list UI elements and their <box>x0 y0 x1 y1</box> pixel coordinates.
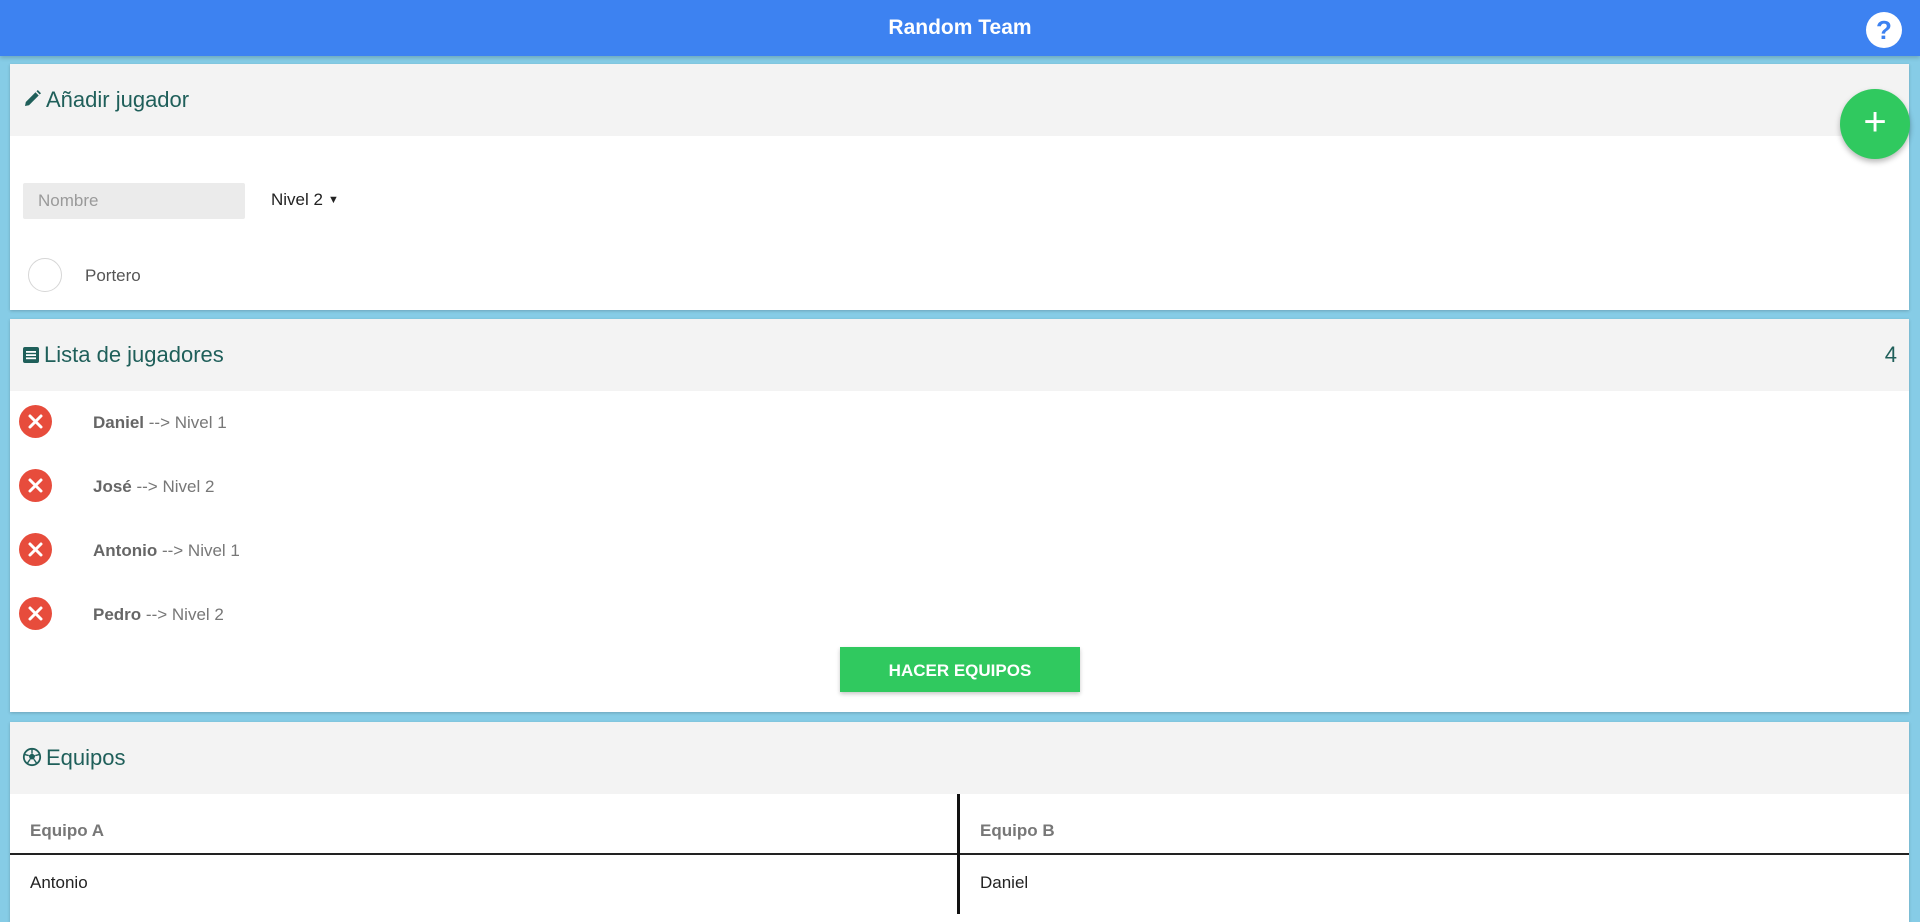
player-arrow: --> <box>136 477 158 496</box>
player-arrow: --> <box>161 541 184 560</box>
goalkeeper-radio[interactable] <box>28 258 62 292</box>
team-a-column: Equipo A Antonio <box>10 794 957 914</box>
remove-player-button[interactable] <box>19 597 52 630</box>
player-count: 4 <box>1884 342 1897 367</box>
player-entry: Pedro --> Nivel 2 <box>93 605 224 625</box>
caret-down-icon: ▼ <box>327 194 339 206</box>
app-title: Random Team <box>888 16 1032 39</box>
player-level: Nivel 2 <box>171 605 224 624</box>
add-player-card: Añadir jugador Nivel 2 ▼ Portero <box>10 64 1909 310</box>
pencil-icon <box>25 90 41 106</box>
team-a-player: Antonio <box>30 873 88 892</box>
player-level: Nivel 1 <box>187 541 240 560</box>
team-b-column: Equipo B Daniel <box>960 794 1909 914</box>
player-name: Antonio <box>93 541 158 560</box>
remove-player-button[interactable] <box>19 533 52 566</box>
list-icon <box>23 347 39 363</box>
player-list-card: Lista de jugadores 4 Daniel --> Nivel 1 … <box>10 319 1909 712</box>
level-select-value: Nivel 2 <box>271 190 323 209</box>
close-icon <box>28 606 43 621</box>
make-teams-button[interactable]: HACER EQUIPOS <box>840 647 1080 692</box>
player-row: Daniel --> Nivel 1 <box>10 405 1909 445</box>
player-arrow: --> <box>148 413 171 432</box>
name-input[interactable] <box>23 183 245 219</box>
player-arrow: --> <box>145 605 168 624</box>
close-icon <box>28 542 43 557</box>
player-name: Pedro <box>93 605 142 624</box>
remove-player-button[interactable] <box>19 405 52 438</box>
player-name: José <box>93 477 132 496</box>
team-b-divider <box>960 853 1909 855</box>
close-icon <box>28 478 43 493</box>
teams-card: Equipos Equipo A Antonio Equipo B Daniel <box>10 722 1909 922</box>
teams-title-text: Equipos <box>46 745 126 770</box>
teams-header: Equipos <box>10 722 1909 794</box>
level-select[interactable]: Nivel 2 ▼ <box>271 190 339 210</box>
player-level: Nivel 2 <box>162 477 215 496</box>
player-level: Nivel 1 <box>174 413 227 432</box>
goalkeeper-label: Portero <box>85 266 141 285</box>
add-player-title-text: Añadir jugador <box>46 87 190 112</box>
add-player-title: Añadir jugador <box>22 64 189 136</box>
close-icon <box>28 414 43 429</box>
team-a-header: Equipo A <box>30 821 104 840</box>
player-entry: Antonio --> Nivel 1 <box>93 541 240 561</box>
team-b-player: Daniel <box>980 873 1029 892</box>
player-entry: José --> Nivel 2 <box>93 477 214 497</box>
player-entry: Daniel --> Nivel 1 <box>93 413 227 433</box>
teams-title: Equipos <box>22 722 126 794</box>
player-row: José --> Nivel 2 <box>10 469 1909 509</box>
player-list-title-text: Lista de jugadores <box>44 342 224 367</box>
remove-player-button[interactable] <box>19 469 52 502</box>
player-name: Daniel <box>93 413 145 432</box>
add-player-header: Añadir jugador <box>10 64 1909 136</box>
top-bar: Random Team ? <box>0 0 1920 56</box>
help-button[interactable]: ? <box>1866 12 1902 48</box>
player-row: Antonio --> Nivel 1 <box>10 533 1909 573</box>
team-b-header: Equipo B <box>980 821 1055 840</box>
plus-icon: + <box>1863 100 1887 144</box>
add-player-button[interactable]: + <box>1840 89 1910 159</box>
player-list-title: Lista de jugadores <box>22 319 224 391</box>
team-a-divider <box>10 853 957 855</box>
soccer-ball-icon <box>22 747 42 767</box>
player-list-header: Lista de jugadores 4 <box>10 319 1909 391</box>
question-icon: ? <box>1876 15 1892 45</box>
player-row: Pedro --> Nivel 2 <box>10 597 1909 637</box>
